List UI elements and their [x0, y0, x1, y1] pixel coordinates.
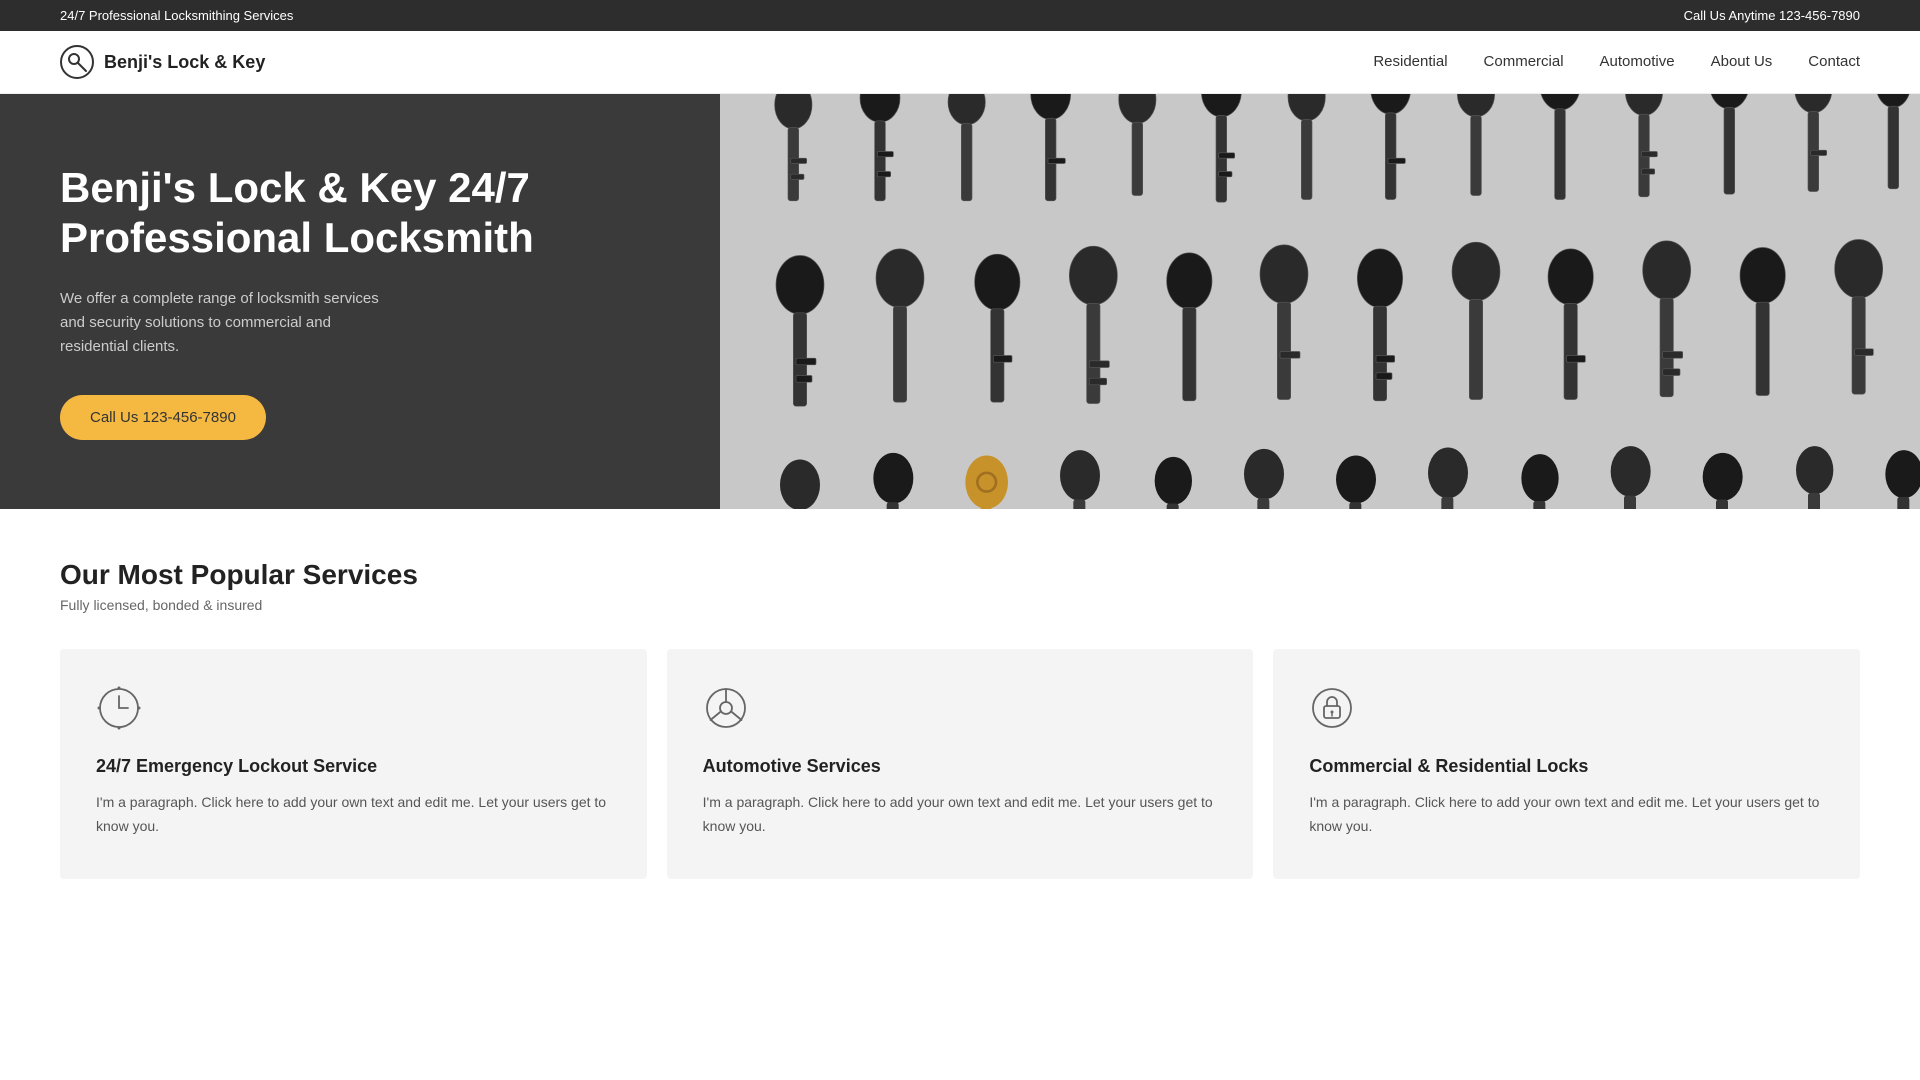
- logo-text: Benji's Lock & Key: [104, 52, 265, 73]
- header: Benji's Lock & Key Residential Commercia…: [0, 31, 1920, 94]
- keys-image: [720, 94, 1920, 509]
- nav-link-automotive[interactable]: Automotive: [1600, 53, 1675, 70]
- logo[interactable]: Benji's Lock & Key: [60, 45, 265, 79]
- service-description-emergency: I'm a paragraph. Click here to add your …: [96, 791, 611, 839]
- service-card-commercial: Commercial & Residential Locks I'm a par…: [1273, 649, 1860, 879]
- services-subheading: Fully licensed, bonded & insured: [60, 597, 1860, 613]
- hero-description: We offer a complete range of locksmith s…: [60, 287, 400, 359]
- logo-icon: [60, 45, 94, 79]
- nav-item-commercial[interactable]: Commercial: [1484, 53, 1564, 71]
- nav-link-about[interactable]: About Us: [1711, 53, 1773, 70]
- hero-content: Benji's Lock & Key 24/7 Professional Loc…: [60, 163, 660, 441]
- hero-left-panel: Benji's Lock & Key 24/7 Professional Loc…: [0, 94, 720, 509]
- hero-title: Benji's Lock & Key 24/7 Professional Loc…: [60, 163, 660, 264]
- nav-item-residential[interactable]: Residential: [1373, 53, 1447, 71]
- banner-left-text: 24/7 Professional Locksmithing Services: [60, 8, 293, 23]
- nav-list: Residential Commercial Automotive About …: [1373, 53, 1860, 71]
- nav-item-automotive[interactable]: Automotive: [1600, 53, 1675, 71]
- hero-section: Benji's Lock & Key 24/7 Professional Loc…: [0, 94, 1920, 509]
- service-card-automotive: Automotive Services I'm a paragraph. Cli…: [667, 649, 1254, 879]
- nav-link-commercial[interactable]: Commercial: [1484, 53, 1564, 70]
- clock-icon: [96, 685, 142, 731]
- banner-right-text: Call Us Anytime 123-456-7890: [1684, 8, 1860, 23]
- services-heading: Our Most Popular Services: [60, 559, 1860, 591]
- service-title-emergency: 24/7 Emergency Lockout Service: [96, 756, 611, 777]
- hero-cta-button[interactable]: Call Us 123-456-7890: [60, 395, 266, 440]
- nav-item-contact[interactable]: Contact: [1808, 53, 1860, 71]
- service-description-automotive: I'm a paragraph. Click here to add your …: [703, 791, 1218, 839]
- hero-right-panel: [720, 94, 1920, 509]
- service-title-commercial: Commercial & Residential Locks: [1309, 756, 1824, 777]
- service-title-automotive: Automotive Services: [703, 756, 1218, 777]
- nav-item-about[interactable]: About Us: [1711, 53, 1773, 71]
- nav-link-contact[interactable]: Contact: [1808, 53, 1860, 70]
- service-description-commercial: I'm a paragraph. Click here to add your …: [1309, 791, 1824, 839]
- top-banner: 24/7 Professional Locksmithing Services …: [0, 0, 1920, 31]
- nav-link-residential[interactable]: Residential: [1373, 53, 1447, 70]
- steering-wheel-icon: [703, 685, 749, 731]
- services-grid: 24/7 Emergency Lockout Service I'm a par…: [60, 649, 1860, 879]
- lock-icon: [1309, 685, 1355, 731]
- services-section: Our Most Popular Services Fully licensed…: [0, 509, 1920, 939]
- main-nav: Residential Commercial Automotive About …: [1373, 53, 1860, 71]
- service-card-emergency: 24/7 Emergency Lockout Service I'm a par…: [60, 649, 647, 879]
